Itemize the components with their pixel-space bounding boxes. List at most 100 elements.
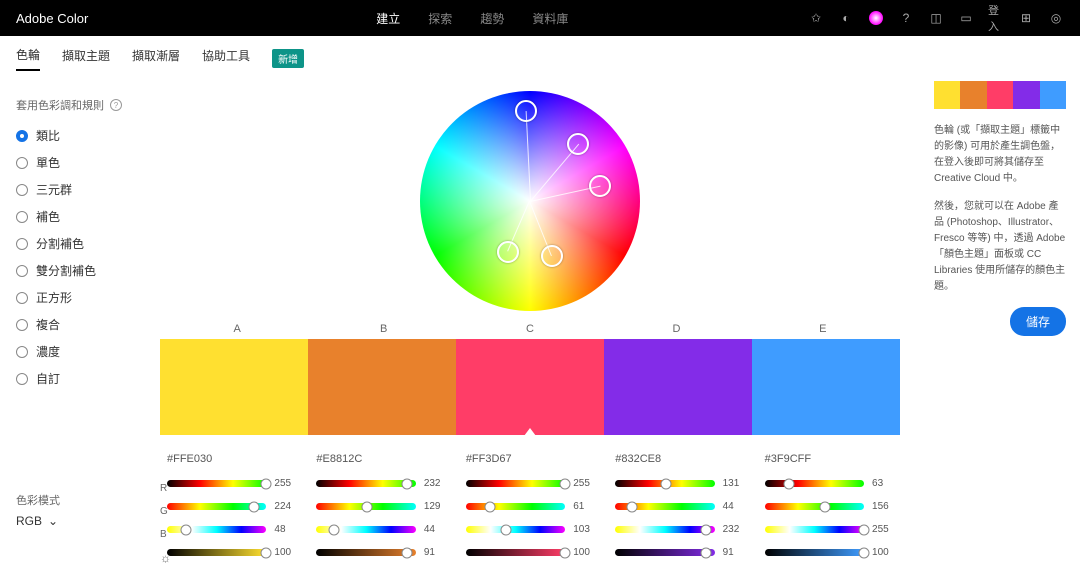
color-wheel[interactable] [420,91,640,311]
topnav-趨勢[interactable]: 趨勢 [480,10,504,27]
rule-類比[interactable]: 類比 [16,127,124,144]
slider-brightness[interactable] [765,549,864,556]
save-button[interactable]: 儲存 [1010,307,1066,336]
slider-thumb[interactable] [700,524,711,535]
value-g[interactable]: 129 [424,501,452,512]
value-r[interactable]: 255 [274,478,302,489]
value-r[interactable]: 131 [723,478,751,489]
slider-r[interactable] [765,480,864,487]
slider-thumb[interactable] [661,478,672,489]
contrast-icon[interactable]: ◐ [838,10,854,26]
hex-value[interactable]: #FF3D67 [466,453,601,465]
rule-補色[interactable]: 補色 [16,208,124,225]
wheel-handle-4[interactable] [497,241,519,263]
wheel-handle-3[interactable] [541,245,563,267]
slider-r[interactable] [615,480,714,487]
slider-b[interactable] [466,526,565,533]
hex-value[interactable]: #832CE8 [615,453,750,465]
slider-thumb[interactable] [249,501,260,512]
slider-thumb[interactable] [784,478,795,489]
slider-r[interactable] [316,480,415,487]
mode-dropdown[interactable]: RGB ⌄ [16,514,60,528]
slider-g[interactable] [765,503,864,510]
slider-g[interactable] [615,503,714,510]
rule-複合[interactable]: 複合 [16,316,124,333]
rule-三元群[interactable]: 三元群 [16,181,124,198]
color-mode-selector[interactable]: 色彩模式 RGB ⌄ [16,492,60,528]
apps-grid-icon[interactable]: ⊞ [1018,10,1034,26]
swatch-B[interactable] [308,339,456,435]
subnav-色輪[interactable]: 色輪 [16,46,40,71]
hex-value[interactable]: #FFE030 [167,453,302,465]
help-icon[interactable]: ? [898,10,914,26]
cc-icon[interactable]: ◎ [1048,10,1064,26]
value-b[interactable]: 232 [723,524,751,535]
subnav-擷取漸層[interactable]: 擷取漸層 [132,47,180,70]
value-r[interactable]: 232 [424,478,452,489]
slider-thumb[interactable] [560,478,571,489]
swatch-D[interactable] [604,339,752,435]
rule-雙分割補色[interactable]: 雙分割補色 [16,262,124,279]
slider-r[interactable] [167,480,266,487]
slider-g[interactable] [466,503,565,510]
slider-g[interactable] [167,503,266,510]
slider-thumb[interactable] [859,524,870,535]
rule-正方形[interactable]: 正方形 [16,289,124,306]
slider-brightness[interactable] [316,549,415,556]
value-g[interactable]: 156 [872,501,900,512]
value-b[interactable]: 48 [274,524,302,535]
login-link[interactable]: 登入 [988,10,1004,26]
slider-b[interactable] [316,526,415,533]
slider-b[interactable] [615,526,714,533]
value-g[interactable]: 44 [723,501,751,512]
subnav-協助工具[interactable]: 協助工具 [202,47,250,70]
swatch-C[interactable] [456,339,604,435]
color-wheel-icon[interactable] [868,10,884,26]
help-circle-icon[interactable]: ? [110,99,122,111]
value-b[interactable]: 44 [424,524,452,535]
slider-g[interactable] [316,503,415,510]
slider-thumb[interactable] [820,501,831,512]
value-b[interactable]: 255 [872,524,900,535]
value-g[interactable]: 224 [274,501,302,512]
value-b[interactable]: 103 [573,524,601,535]
book-icon[interactable]: ◫ [928,10,944,26]
slider-r[interactable] [466,480,565,487]
value-r[interactable]: 255 [573,478,601,489]
slider-thumb[interactable] [180,524,191,535]
subnav-擷取主題[interactable]: 擷取主題 [62,47,110,70]
rule-分割補色[interactable]: 分割補色 [16,235,124,252]
slider-thumb[interactable] [361,501,372,512]
slider-thumb[interactable] [401,478,412,489]
wheel-handle-2[interactable] [589,175,611,197]
value-r[interactable]: 63 [872,478,900,489]
value-brightness[interactable]: 91 [723,547,751,558]
topnav-探索[interactable]: 探索 [428,10,452,27]
chat-icon[interactable]: ▭ [958,10,974,26]
slider-thumb[interactable] [484,501,495,512]
value-brightness[interactable]: 100 [274,547,302,558]
slider-brightness[interactable] [466,549,565,556]
value-brightness[interactable]: 91 [424,547,452,558]
hex-value[interactable]: #3F9CFF [765,453,900,465]
swatch-E[interactable] [752,339,900,435]
hex-value[interactable]: #E8812C [316,453,451,465]
rule-濃度[interactable]: 濃度 [16,343,124,360]
rule-單色[interactable]: 單色 [16,154,124,171]
wheel-handle-1[interactable] [567,133,589,155]
star-icon[interactable]: ✩ [808,10,824,26]
slider-thumb[interactable] [500,524,511,535]
slider-thumb[interactable] [261,478,272,489]
slider-brightness[interactable] [167,549,266,556]
slider-b[interactable] [167,526,266,533]
swatch-A[interactable] [160,339,308,435]
value-brightness[interactable]: 100 [573,547,601,558]
slider-b[interactable] [765,526,864,533]
topnav-建立[interactable]: 建立 [376,10,400,27]
wheel-handle-0[interactable] [515,100,537,122]
slider-brightness[interactable] [615,549,714,556]
slider-thumb[interactable] [328,524,339,535]
slider-thumb[interactable] [627,501,638,512]
rule-自訂[interactable]: 自訂 [16,370,124,387]
topnav-資料庫[interactable]: 資料庫 [532,10,568,27]
